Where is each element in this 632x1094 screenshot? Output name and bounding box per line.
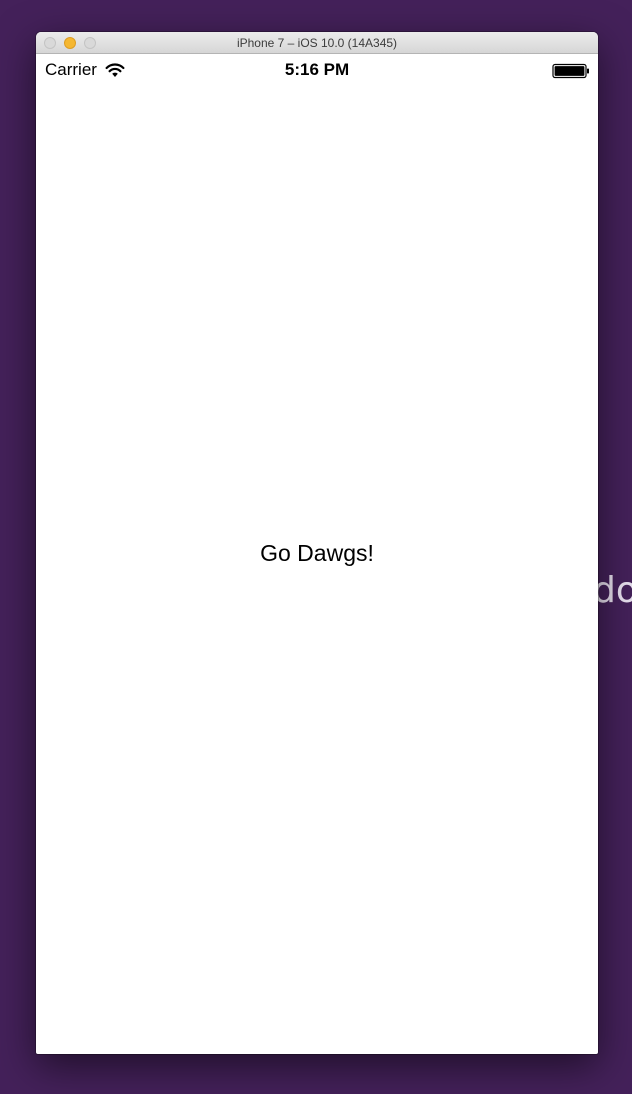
status-bar-time: 5:16 PM (284, 60, 350, 79)
window-title: iPhone 7 – iOS 10.0 (14A345) (236, 36, 398, 50)
simulator-window: iPhone 7 – iOS 10.0 (14A345) Carrier 5:1… (36, 32, 598, 1054)
ios-status-bar: Carrier 5:16 PM (36, 54, 598, 86)
go-dawgs-label: Go Dawgs! (260, 540, 374, 566)
background-app-text: do (593, 570, 632, 611)
window-titlebar[interactable]: iPhone 7 – iOS 10.0 (14A345) (36, 32, 598, 54)
battery-icon (552, 63, 589, 79)
app-screen: Go Dawgs! (36, 86, 598, 1054)
